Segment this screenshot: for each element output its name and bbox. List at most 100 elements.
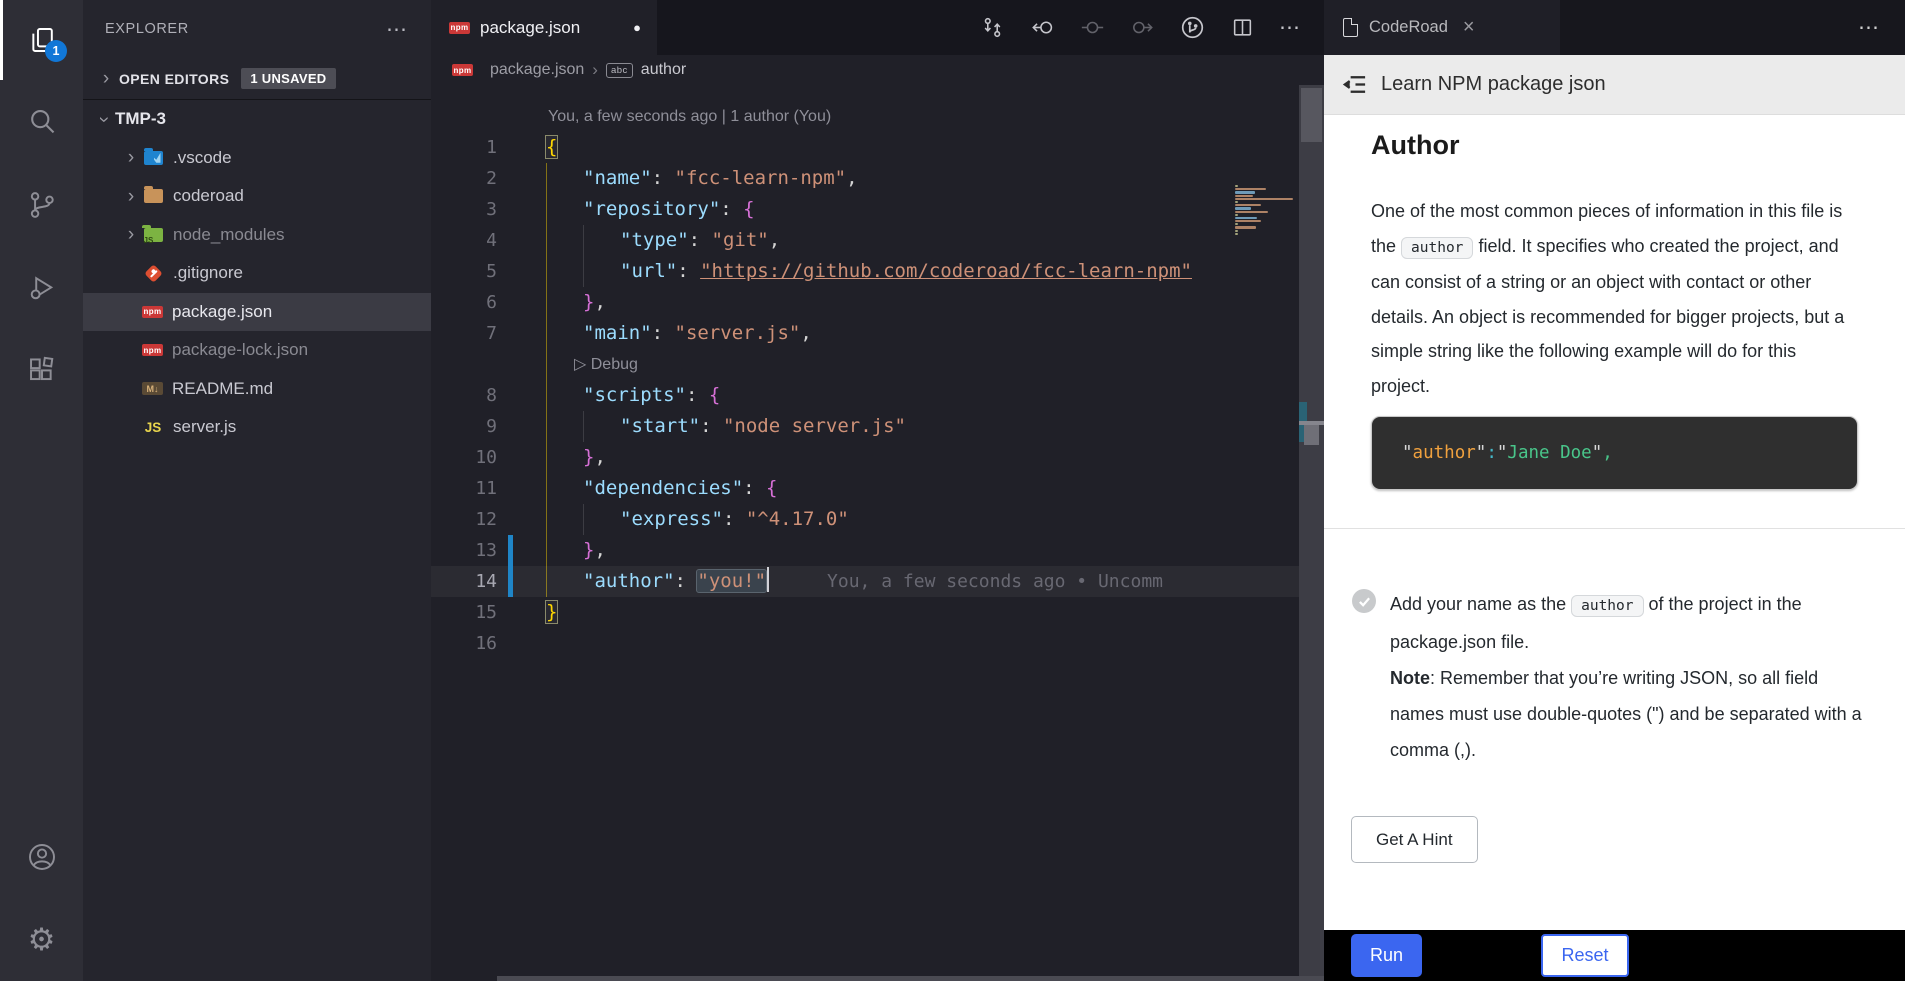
code-line-2[interactable]: 2"name": "fcc-learn-npm", — [431, 163, 1237, 194]
code-line-1[interactable]: 1{ — [431, 132, 1237, 163]
code-line-7[interactable]: 7"main": "server.js", — [431, 318, 1237, 349]
activity-run-debug-button[interactable] — [0, 246, 83, 329]
code-line-16[interactable]: 16 — [431, 628, 1237, 659]
search-icon — [27, 107, 57, 137]
coderoad-panel: CodeRoad × ⋯ Learn NPM package json Auth… — [1324, 0, 1905, 981]
inline-blame: You, a few seconds ago • Uncomm — [827, 571, 1163, 592]
account-icon — [26, 841, 58, 873]
file-tree-item--gitignore[interactable]: .gitignore — [83, 254, 431, 293]
chevron-right-icon: › — [120, 225, 142, 244]
panel-more-actions-icon[interactable]: ⋯ — [1858, 15, 1905, 40]
folder-root-tmp-3[interactable]: › TMP-3 — [83, 100, 431, 139]
tab-coderoad[interactable]: CodeRoad × — [1324, 0, 1560, 55]
file-tree: › TMP-3 ›.vscode›coderoad›JSnode_modules… — [83, 100, 431, 981]
npm-icon: npm — [449, 22, 470, 34]
horizontal-scrollbar[interactable] — [497, 976, 1324, 981]
task-item: Add your name as the author of the proje… — [1352, 586, 1865, 768]
root-folder-label: TMP-3 — [115, 109, 166, 129]
code-line-11[interactable]: 11"dependencies": { — [431, 473, 1237, 504]
vscode-window: 1 — [0, 0, 1905, 981]
get-a-hint-button[interactable]: Get A Hint — [1351, 816, 1478, 863]
code-line-3[interactable]: 3"repository": { — [431, 194, 1237, 225]
paragraph-text: field. It specifies who created the proj… — [1371, 236, 1844, 396]
files-badge: 1 — [45, 40, 67, 62]
code-line-14[interactable]: 14"author": "you!"You, a few seconds ago… — [431, 566, 1324, 597]
note-text: : Remember that you’re writing JSON, so … — [1390, 668, 1862, 760]
git-icon — [144, 264, 162, 282]
tab-label: package.json — [480, 18, 580, 38]
code-line-4[interactable]: 4"type": "git", — [431, 225, 1237, 256]
split-editor-icon[interactable] — [1229, 15, 1255, 41]
scrollbar-thumb[interactable] — [1301, 88, 1322, 142]
file-tree-item-coderoad[interactable]: ›coderoad — [83, 177, 431, 216]
code-line-9[interactable]: 9"start": "node server.js" — [431, 411, 1237, 442]
code-line-12[interactable]: 12"express": "^4.17.0" — [431, 504, 1237, 535]
activity-bar: 1 — [0, 0, 83, 981]
abc-symbol-icon: abc — [606, 63, 633, 78]
file-tree-item-node-modules[interactable]: ›JSnode_modules — [83, 216, 431, 255]
activity-search-button[interactable] — [0, 80, 83, 163]
code-line-6[interactable]: 6}, — [431, 287, 1237, 318]
close-icon[interactable]: × — [1463, 16, 1475, 39]
lesson-paragraph: One of the most common pieces of informa… — [1371, 194, 1859, 403]
js-icon: JS — [142, 418, 164, 436]
explorer-header: EXPLORER ⋯ — [83, 0, 431, 58]
tab-package-json[interactable]: npm package.json ● — [431, 0, 657, 55]
file-tree-item-server-js[interactable]: JSserver.js — [83, 408, 431, 447]
task-text: Add your name as the — [1390, 594, 1571, 614]
back-to-menu-icon[interactable] — [1341, 71, 1368, 98]
coderoad-tab-label: CodeRoad — [1369, 18, 1448, 37]
tutorial-header: Learn NPM package json — [1324, 55, 1905, 115]
document-icon — [1343, 18, 1358, 37]
chevron-right-icon: › — [120, 187, 142, 206]
change-marker-icon[interactable] — [1079, 15, 1105, 41]
activity-explorer-button[interactable]: 1 — [0, 0, 83, 80]
inline-code-author: author — [1401, 237, 1473, 259]
source-control-icon — [27, 190, 57, 220]
line-number: 16 — [431, 628, 497, 659]
npm-icon: npm — [142, 306, 163, 318]
editor-scrollbar[interactable] — [1299, 85, 1324, 981]
unsaved-dot-icon[interactable]: ● — [633, 20, 641, 35]
editor-group: npm package.json ● — [431, 0, 1324, 981]
editor-actions: ⋯ — [979, 0, 1324, 55]
editor-more-actions-icon[interactable]: ⋯ — [1279, 15, 1302, 40]
reset-button[interactable]: Reset — [1541, 934, 1629, 977]
activity-account-button[interactable] — [0, 815, 83, 898]
timeline-run-icon[interactable] — [1179, 15, 1205, 41]
code-line-10[interactable]: 10}, — [431, 442, 1237, 473]
chevron-right-icon: › — [592, 60, 598, 80]
previous-change-icon[interactable] — [1029, 15, 1055, 41]
codelens[interactable]: ▷ Debug — [431, 349, 1237, 380]
open-editors-label: OPEN EDITORS — [119, 71, 229, 87]
breadcrumb-file[interactable]: package.json — [490, 61, 584, 79]
open-editors-section[interactable]: › OPEN EDITORS 1 UNSAVED — [83, 58, 431, 100]
code-line-15[interactable]: 15} — [431, 597, 1237, 628]
vscode-folder-icon — [144, 151, 163, 165]
file-tree-item-package-lock-json[interactable]: npmpackage-lock.json — [83, 331, 431, 370]
explorer-more-actions-icon[interactable]: ⋯ — [386, 17, 409, 42]
minimap[interactable] — [1235, 185, 1297, 236]
code-line-5[interactable]: 5"url": "https://github.com/coderoad/fcc… — [431, 256, 1237, 287]
activity-settings-button[interactable]: ⚙ — [0, 898, 83, 981]
folder-icon — [144, 189, 163, 203]
codelens[interactable]: You, a few seconds ago | 1 author (You) — [431, 101, 1237, 132]
file-tree-item-package-json[interactable]: npmpackage.json — [83, 293, 431, 332]
unsaved-badge: 1 UNSAVED — [241, 68, 335, 89]
breadcrumb-symbol[interactable]: author — [641, 61, 686, 79]
code-line-13[interactable]: 13}, — [431, 535, 1237, 566]
activity-extensions-button[interactable] — [0, 329, 83, 412]
file-tree-item-README-md[interactable]: M↓README.md — [83, 370, 431, 409]
file-tree-item--vscode[interactable]: ›.vscode — [83, 139, 431, 178]
overview-ruler-cursor-marker — [1304, 425, 1319, 445]
activity-source-control-button[interactable] — [0, 163, 83, 246]
next-change-icon[interactable] — [1129, 15, 1155, 41]
breadcrumb: npm package.json › abc author — [431, 55, 1324, 85]
code-line-8[interactable]: 8"scripts": { — [431, 380, 1237, 411]
run-button[interactable]: Run — [1351, 934, 1422, 977]
open-changes-icon[interactable] — [979, 15, 1005, 41]
chevron-right-icon: › — [95, 69, 117, 88]
panel-tab-bar: CodeRoad × ⋯ — [1324, 0, 1905, 55]
code-editor[interactable]: You, a few seconds ago | 1 author (You)1… — [431, 85, 1324, 981]
node-modules-folder-icon: JS — [144, 228, 163, 242]
